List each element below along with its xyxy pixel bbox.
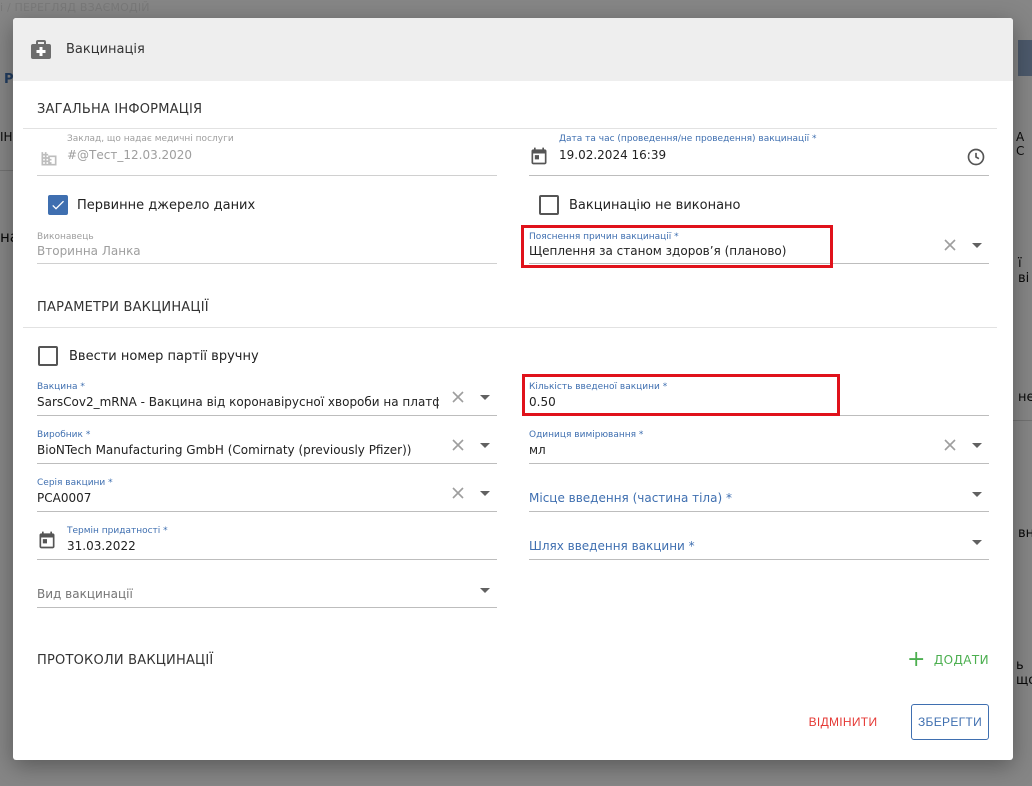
- calendar-icon[interactable]: [37, 530, 57, 550]
- lot-number-select[interactable]: Серія вакцини * PCA0007: [37, 466, 497, 512]
- not-performed-checkbox[interactable]: [539, 195, 559, 215]
- add-label: ДОДАТИ: [933, 653, 989, 667]
- section-params-title: ПАРАМЕТРИ ВАКЦИНАЦІЇ: [37, 300, 209, 315]
- clear-icon[interactable]: [943, 438, 957, 452]
- manufacturer-select[interactable]: Виробник * BioNTech Manufacturing GmbH (…: [37, 418, 497, 464]
- vaccination-type-placeholder[interactable]: Вид вакцинації: [37, 587, 133, 601]
- section-divider: [23, 327, 997, 328]
- expiry-date-field[interactable]: Термін придатності * 31.03.2022: [37, 514, 497, 560]
- vaccine-value[interactable]: SarsCov2_mRNA - Вакцина від коронавірусн…: [37, 395, 439, 409]
- injection-site-select[interactable]: Місце введення (частина тіла) *: [529, 466, 989, 512]
- plus-icon: +: [907, 647, 926, 672]
- dropdown-arrow-icon[interactable]: [972, 540, 982, 545]
- expiry-value[interactable]: 31.03.2022: [67, 539, 136, 553]
- clear-icon[interactable]: [451, 486, 465, 500]
- section-protocols-title: ПРОТОКОЛИ ВАКЦИНАЦІЇ: [37, 653, 214, 668]
- unit-label: Одиниця вимірювання *: [529, 430, 644, 440]
- datetime-value[interactable]: 19.02.2024 16:39: [559, 148, 666, 162]
- expiry-label: Термін придатності *: [67, 526, 168, 536]
- dropdown-arrow-icon[interactable]: [972, 243, 982, 248]
- not-performed-label: Вакцинацію не виконано: [569, 198, 741, 213]
- primary-source-checkbox[interactable]: [48, 195, 68, 215]
- cancel-button[interactable]: ВІДМІНИТИ: [803, 705, 883, 739]
- dropdown-arrow-icon[interactable]: [480, 588, 490, 593]
- facility-label: Заклад, що надає медичні послуги: [67, 134, 234, 144]
- check-icon: [52, 200, 64, 210]
- clear-icon[interactable]: [451, 438, 465, 452]
- building-icon: [41, 152, 57, 166]
- performer-value: Вторинна Ланка: [37, 244, 141, 258]
- facility-field: Заклад, що надає медичні послуги #@Тест_…: [37, 130, 497, 176]
- vaccine-select[interactable]: Вакцина * SarsCov2_mRNA - Вакцина від ко…: [37, 370, 497, 416]
- vaccination-dialog: Вакцинація ЗАГАЛЬНА ІНФОРМАЦІЯ Заклад, щ…: [13, 18, 1013, 760]
- injection-site-placeholder[interactable]: Місце введення (частина тіла) *: [529, 491, 732, 505]
- clear-icon[interactable]: [943, 238, 957, 252]
- dropdown-arrow-icon[interactable]: [480, 443, 490, 448]
- dropdown-arrow-icon[interactable]: [480, 395, 490, 400]
- medical-kit-icon: [31, 39, 51, 59]
- primary-source-label: Первинне джерело даних: [77, 198, 256, 213]
- vaccine-label: Вакцина *: [37, 382, 85, 392]
- add-protocol-button[interactable]: + ДОДАТИ: [907, 647, 989, 672]
- section-divider: [23, 128, 997, 129]
- performer-label: Виконавець: [37, 232, 94, 242]
- dropdown-arrow-icon[interactable]: [972, 443, 982, 448]
- manual-batch-checkbox[interactable]: [38, 346, 58, 366]
- clear-icon[interactable]: [451, 390, 465, 404]
- datetime-label: Дата та час (проведення/не проведення) в…: [559, 134, 817, 144]
- unit-select[interactable]: Одиниця вимірювання * мл: [529, 418, 989, 464]
- dialog-header: Вакцинація: [13, 18, 1013, 81]
- calendar-icon[interactable]: [529, 146, 549, 166]
- vaccination-type-select[interactable]: Вид вакцинації: [37, 562, 497, 608]
- unit-value[interactable]: мл: [529, 443, 546, 457]
- dialog-title: Вакцинація: [66, 42, 145, 57]
- manufacturer-label: Виробник *: [37, 430, 91, 440]
- lot-value[interactable]: PCA0007: [37, 491, 91, 505]
- highlight-box-dose: [522, 374, 840, 416]
- route-select[interactable]: Шлях введення вакцини *: [529, 514, 989, 560]
- save-button[interactable]: ЗБЕРЕГТИ: [911, 704, 989, 740]
- lot-label: Серія вакцини *: [37, 478, 113, 488]
- performer-field: Виконавець Вторинна Ланка: [37, 218, 497, 264]
- manual-batch-label: Ввести номер партії вручну: [69, 349, 259, 364]
- highlight-box-reason: [521, 225, 833, 268]
- dropdown-arrow-icon[interactable]: [480, 491, 490, 496]
- manufacturer-value[interactable]: BioNTech Manufacturing GmbH (Comirnaty (…: [37, 443, 439, 457]
- datetime-field[interactable]: Дата та час (проведення/не проведення) в…: [529, 130, 989, 176]
- clock-icon[interactable]: [966, 147, 986, 167]
- facility-value: #@Тест_12.03.2020: [67, 148, 193, 162]
- route-placeholder[interactable]: Шлях введення вакцини *: [529, 539, 695, 553]
- section-general-title: ЗАГАЛЬНА ІНФОРМАЦІЯ: [37, 102, 203, 117]
- dropdown-arrow-icon[interactable]: [972, 492, 982, 497]
